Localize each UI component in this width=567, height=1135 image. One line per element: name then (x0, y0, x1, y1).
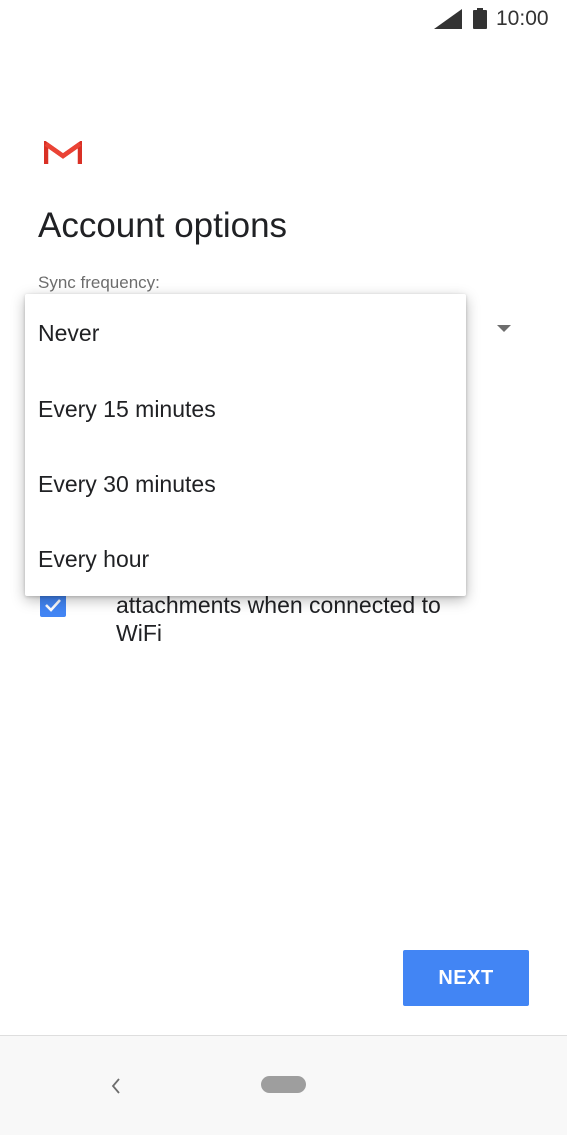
status-time: 10:00 (496, 7, 549, 30)
menu-item-every-15-minutes[interactable]: Every 15 minutes (25, 372, 466, 447)
navigation-bar (0, 1035, 567, 1135)
wifi-label-line-2: WiFi (116, 620, 162, 646)
sync-frequency-menu: Never Every 15 minutes Every 30 minutes … (25, 294, 466, 596)
menu-item-every-30-minutes[interactable]: Every 30 minutes (25, 447, 466, 522)
sync-frequency-label: Sync frequency: (38, 273, 160, 292)
page-title: Account options (38, 206, 288, 245)
menu-item-never[interactable]: Never (25, 294, 466, 372)
home-button[interactable] (261, 1076, 306, 1093)
status-bar: 10:00 (0, 0, 567, 40)
back-icon[interactable] (108, 1075, 124, 1097)
menu-item-every-hour[interactable]: Every hour (25, 522, 466, 597)
battery-icon (473, 8, 487, 29)
next-button[interactable]: NEXT (403, 950, 529, 1006)
signal-icon (434, 9, 462, 29)
wifi-attachments-label: attachments when connected to WiFi (116, 591, 516, 647)
gmail-logo (44, 141, 82, 164)
dropdown-arrow-icon[interactable] (497, 325, 511, 332)
check-icon (45, 599, 61, 612)
